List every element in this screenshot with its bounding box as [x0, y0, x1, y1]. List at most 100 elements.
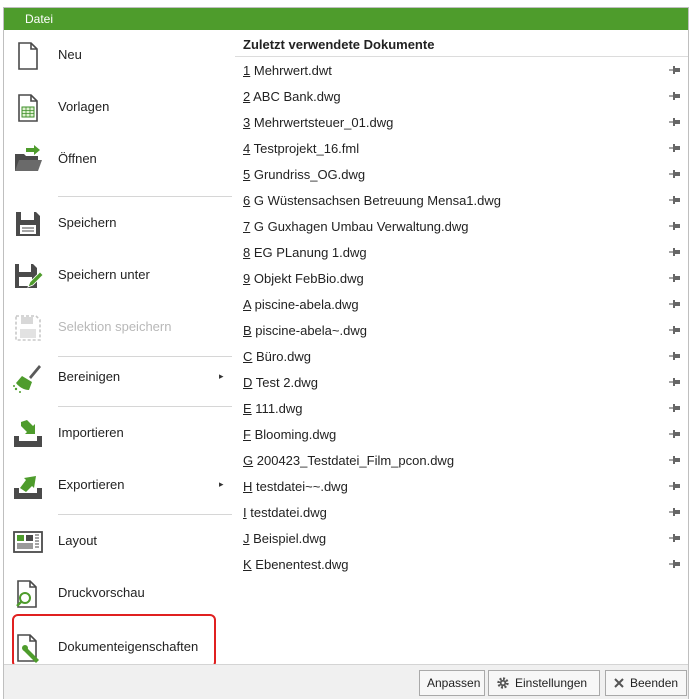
- document-name: testdatei~~.dwg: [256, 479, 348, 494]
- recent-document-item[interactable]: G 200423_Testdatei_Film_pcon.dwg: [235, 447, 688, 473]
- recent-document-item[interactable]: 7 G Guxhagen Umbau Verwaltung.dwg: [235, 213, 688, 239]
- menu-item-save-selection[interactable]: Selektion speichern: [4, 302, 234, 354]
- recent-document-label: B piscine-abela~.dwg: [243, 323, 367, 338]
- import-icon: [14, 420, 42, 447]
- recent-document-label: 5 Grundriss_OG.dwg: [243, 167, 365, 182]
- menu-item-save[interactable]: Speichern: [4, 198, 234, 250]
- pin-icon[interactable]: [669, 403, 681, 413]
- menu-item-label: Speichern unter: [58, 267, 150, 282]
- menu-item-label: Importieren: [58, 425, 124, 440]
- menu-item-new[interactable]: Neu: [4, 30, 234, 82]
- recent-documents-panel: Zuletzt verwendete Dokumente 1 Mehrwert.…: [235, 30, 688, 664]
- pin-icon[interactable]: [669, 247, 681, 257]
- pin-icon[interactable]: [669, 221, 681, 231]
- recent-document-item[interactable]: 9 Objekt FebBio.dwg: [235, 265, 688, 291]
- menu-item-save-as[interactable]: Speichern unter: [4, 250, 234, 302]
- recent-document-item[interactable]: 6 G Wüstensachsen Betreuung Mensa1.dwg: [235, 187, 688, 213]
- recent-document-item[interactable]: K Ebenentest.dwg: [235, 551, 688, 577]
- menu-item-label: Selektion speichern: [58, 319, 172, 334]
- recent-document-label: E 111.dwg: [243, 401, 303, 416]
- recent-document-label: 4 Testprojekt_16.fml: [243, 141, 359, 156]
- menu-item-label: Exportieren: [58, 477, 125, 492]
- pin-icon[interactable]: [669, 195, 681, 205]
- recent-document-item[interactable]: 3 Mehrwertsteuer_01.dwg: [235, 109, 688, 135]
- recent-document-item[interactable]: 4 Testprojekt_16.fml: [235, 135, 688, 161]
- templates-icon: [18, 94, 38, 122]
- recent-documents-header: Zuletzt verwendete Dokumente: [235, 30, 688, 57]
- accelerator-key: 8: [243, 245, 251, 260]
- document-name: Ebenentest.dwg: [255, 557, 349, 572]
- recent-document-label: 1 Mehrwert.dwt: [243, 63, 332, 78]
- pin-icon[interactable]: [669, 429, 681, 439]
- customize-button[interactable]: Anpassen: [419, 670, 485, 696]
- document-name: piscine-abela~.dwg: [255, 323, 367, 338]
- menu-item-export[interactable]: Exportieren ▸: [4, 460, 234, 512]
- document-name: piscine-abela.dwg: [254, 297, 359, 312]
- pin-icon[interactable]: [669, 455, 681, 465]
- pin-icon[interactable]: [669, 273, 681, 283]
- recent-document-item[interactable]: C Büro.dwg: [235, 343, 688, 369]
- pin-icon[interactable]: [669, 377, 681, 387]
- accelerator-key: K: [243, 557, 252, 572]
- settings-button-label: Einstellungen: [515, 676, 588, 690]
- submenu-arrow-icon: ▸: [219, 371, 224, 381]
- pin-icon[interactable]: [669, 299, 681, 309]
- file-menu-window: Datei Neu Vorlagen Öffnen Speichern Spei…: [3, 7, 689, 699]
- menu-item-label: Vorlagen: [58, 99, 110, 114]
- document-name: Mehrwertsteuer_01.dwg: [253, 115, 394, 130]
- save-selection-icon: [15, 315, 41, 341]
- recent-document-item[interactable]: E 111.dwg: [235, 395, 688, 421]
- pin-icon[interactable]: [669, 533, 681, 543]
- menu-item-templates[interactable]: Vorlagen: [4, 82, 234, 134]
- recent-document-label: 8 EG PLanung 1.dwg: [243, 245, 367, 260]
- quit-button[interactable]: Beenden: [605, 670, 687, 696]
- accelerator-key: 5: [243, 167, 251, 182]
- accelerator-key: 4: [243, 141, 251, 156]
- recent-document-item[interactable]: 2 ABC Bank.dwg: [235, 83, 688, 109]
- recent-document-item[interactable]: A piscine-abela.dwg: [235, 291, 688, 317]
- recent-document-item[interactable]: 5 Grundriss_OG.dwg: [235, 161, 688, 187]
- recent-document-item[interactable]: B piscine-abela~.dwg: [235, 317, 688, 343]
- document-name: 200423_Testdatei_Film_pcon.dwg: [256, 453, 455, 468]
- menu-item-import[interactable]: Importieren: [4, 408, 234, 460]
- pin-icon[interactable]: [669, 91, 681, 101]
- pin-icon[interactable]: [669, 143, 681, 153]
- recent-document-label: F Blooming.dwg: [243, 427, 336, 442]
- highlight-box: [12, 614, 216, 668]
- accelerator-key: 6: [243, 193, 251, 208]
- menu-separator: [58, 406, 232, 407]
- pin-icon[interactable]: [669, 169, 681, 179]
- menu-item-cleanup[interactable]: Bereinigen ▸: [4, 352, 234, 404]
- document-name: Testprojekt_16.fml: [253, 141, 360, 156]
- recent-document-item[interactable]: 8 EG PLanung 1.dwg: [235, 239, 688, 265]
- menu-item-print-preview[interactable]: Druckvorschau: [4, 568, 234, 620]
- settings-button[interactable]: Einstellungen: [488, 670, 600, 696]
- recent-document-item[interactable]: 1 Mehrwert.dwt: [235, 57, 688, 83]
- menu-item-label: Öffnen: [58, 151, 97, 166]
- accelerator-key: 9: [243, 271, 251, 286]
- menu-item-open[interactable]: Öffnen: [4, 134, 234, 186]
- pin-icon[interactable]: [669, 559, 681, 569]
- pin-icon[interactable]: [669, 507, 681, 517]
- recent-document-item[interactable]: H testdatei~~.dwg: [235, 473, 688, 499]
- recent-document-item[interactable]: F Blooming.dwg: [235, 421, 688, 447]
- pin-icon[interactable]: [669, 351, 681, 361]
- accelerator-key: C: [243, 349, 253, 364]
- document-name: G Wüstensachsen Betreuung Mensa1.dwg: [253, 193, 501, 208]
- menu-item-label: Druckvorschau: [58, 585, 145, 600]
- pin-icon[interactable]: [669, 117, 681, 127]
- recent-document-item[interactable]: I testdatei.dwg: [235, 499, 688, 525]
- pin-icon[interactable]: [669, 481, 681, 491]
- recent-document-item[interactable]: J Beispiel.dwg: [235, 525, 688, 551]
- pin-icon[interactable]: [669, 65, 681, 75]
- menu-item-layout[interactable]: Layout: [4, 516, 234, 568]
- recent-document-label: 6 G Wüstensachsen Betreuung Mensa1.dwg: [243, 193, 501, 208]
- recent-document-label: G 200423_Testdatei_Film_pcon.dwg: [243, 453, 454, 468]
- recent-document-item[interactable]: D Test 2.dwg: [235, 369, 688, 395]
- pin-icon[interactable]: [669, 325, 681, 335]
- menu-item-label: Layout: [58, 533, 98, 548]
- recent-document-label: 9 Objekt FebBio.dwg: [243, 271, 364, 286]
- accelerator-key: J: [243, 531, 250, 546]
- document-name: EG PLanung 1.dwg: [253, 245, 367, 260]
- menu-item-label: Neu: [58, 47, 82, 62]
